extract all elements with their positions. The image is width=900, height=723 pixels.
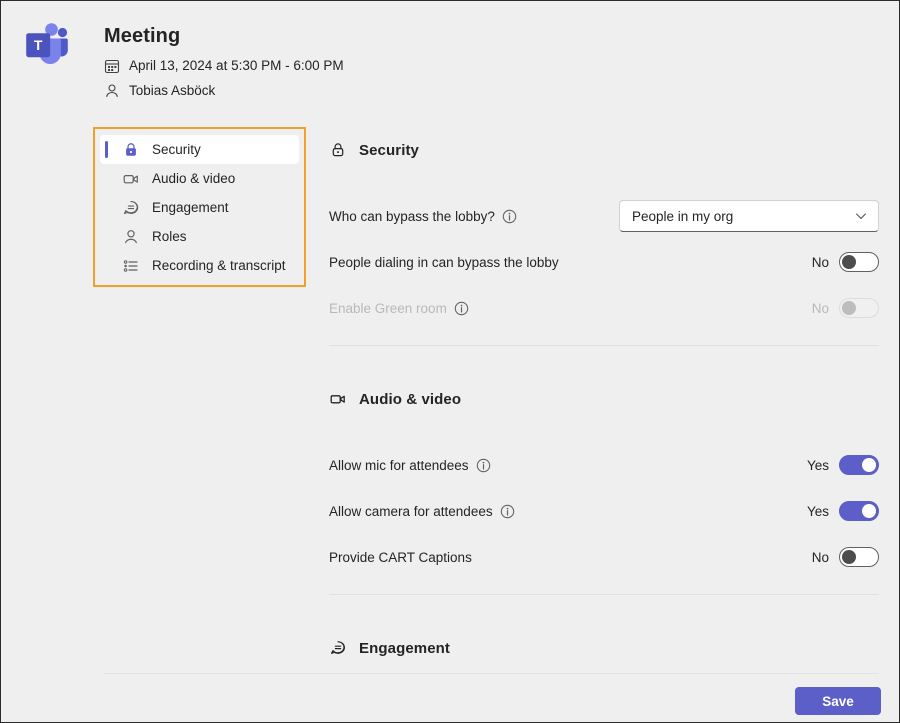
lock-icon [329, 141, 347, 159]
allow-camera-toggle[interactable] [839, 501, 879, 521]
toggle-knob [862, 504, 876, 518]
green-room-control: No [812, 298, 879, 318]
lobby-bypass-control: People in my org [619, 200, 879, 232]
dropdown-selected-value: People in my org [632, 209, 854, 224]
green-room-toggle [839, 298, 879, 318]
setting-label: Enable Green room [329, 301, 469, 316]
cart-captions-toggle[interactable] [839, 547, 879, 567]
person-icon [122, 228, 140, 246]
setting-label: Allow mic for attendees [329, 458, 491, 473]
video-camera-icon [122, 170, 140, 188]
toggle-value-label: No [812, 550, 829, 565]
allow-camera-control: Yes [807, 501, 879, 521]
info-icon[interactable] [454, 301, 469, 316]
toggle-knob [862, 458, 876, 472]
meeting-datetime-row: April 13, 2024 at 5:30 PM - 6:00 PM [104, 57, 344, 75]
sidebar-item-roles[interactable]: Roles [100, 222, 299, 251]
setting-label: Who can bypass the lobby? [329, 209, 517, 224]
chevron-down-icon [854, 209, 868, 223]
section-title: Engagement [359, 640, 450, 657]
setting-label-text: Allow mic for attendees [329, 458, 469, 473]
sidebar-item-label: Security [152, 141, 201, 159]
sidebar-nav: Security Audio & video [100, 135, 299, 280]
list-icon [122, 257, 140, 275]
setting-label-text: People dialing in can bypass the lobby [329, 255, 559, 270]
section-title: Security [359, 142, 419, 159]
toggle-knob [842, 255, 856, 269]
info-icon[interactable] [476, 458, 491, 473]
sidebar-item-label: Audio & video [152, 170, 235, 188]
allow-mic-control: Yes [807, 455, 879, 475]
setting-label-text: Allow camera for attendees [329, 504, 493, 519]
setting-row-cart-captions: Provide CART Captions No [329, 534, 879, 580]
setting-label: Allow camera for attendees [329, 504, 515, 519]
dial-in-bypass-toggle[interactable] [839, 252, 879, 272]
meeting-datetime: April 13, 2024 at 5:30 PM - 6:00 PM [129, 57, 344, 75]
section-header-security: Security [329, 141, 879, 159]
dial-in-bypass-control: No [812, 252, 879, 272]
lobby-bypass-dropdown[interactable]: People in my org [619, 200, 879, 232]
setting-row-allow-camera: Allow camera for attendees Yes [329, 488, 879, 534]
cart-captions-control: No [812, 547, 879, 567]
setting-label-text: Provide CART Captions [329, 550, 472, 565]
toggle-knob [842, 550, 856, 564]
microsoft-teams-logo: T [23, 21, 71, 69]
sidebar-item-label: Recording & transcript [152, 257, 286, 275]
svg-text:T: T [34, 37, 43, 53]
section-title: Audio & video [359, 391, 461, 408]
toggle-value-label: No [812, 301, 829, 316]
setting-label-text: Who can bypass the lobby? [329, 209, 495, 224]
lock-icon [122, 141, 140, 159]
sidebar-item-audio-video[interactable]: Audio & video [100, 164, 299, 193]
sidebar-item-engagement[interactable]: Engagement [100, 193, 299, 222]
allow-mic-toggle[interactable] [839, 455, 879, 475]
video-camera-icon [329, 390, 347, 408]
setting-label-text: Enable Green room [329, 301, 447, 316]
sidebar-item-security[interactable]: Security [100, 135, 299, 164]
setting-row-allow-mic: Allow mic for attendees Yes [329, 442, 879, 488]
person-icon [104, 83, 120, 99]
toggle-value-label: No [812, 255, 829, 270]
info-icon[interactable] [500, 504, 515, 519]
section-header-engagement: Engagement [329, 639, 879, 657]
toggle-value-label: Yes [807, 504, 829, 519]
sidebar-highlight-box: Security Audio & video [93, 127, 306, 287]
footer-divider [104, 673, 879, 674]
toggle-knob [842, 301, 856, 315]
setting-label: Provide CART Captions [329, 550, 472, 565]
setting-label: People dialing in can bypass the lobby [329, 255, 559, 270]
chat-bubble-icon [122, 199, 140, 217]
header-text-block: Meeting April 13, 2024 at 5:30 PM - 6:00… [104, 25, 344, 107]
header: T Meeting April 13, 2024 at 5 [1, 1, 899, 119]
sidebar-item-label: Engagement [152, 199, 229, 217]
chat-bubble-icon [329, 639, 347, 657]
info-icon[interactable] [502, 209, 517, 224]
meeting-organizer-row: Tobias Asböck [104, 82, 344, 100]
meeting-options-window: T Meeting April 13, 2024 at 5 [0, 0, 900, 723]
calendar-icon [104, 58, 120, 74]
page-title: Meeting [104, 25, 344, 47]
sidebar-item-recording-transcript[interactable]: Recording & transcript [100, 251, 299, 280]
section-header-audio-video: Audio & video [329, 390, 879, 408]
setting-row-lobby-bypass: Who can bypass the lobby? People in my o… [329, 193, 879, 239]
settings-content: Security Who can bypass the lobby? Peopl… [329, 141, 879, 663]
sidebar-item-label: Roles [152, 228, 187, 246]
save-button[interactable]: Save [795, 687, 881, 715]
setting-row-dial-in-bypass: People dialing in can bypass the lobby N… [329, 239, 879, 285]
setting-row-green-room: Enable Green room No [329, 285, 879, 331]
meeting-organizer: Tobias Asböck [129, 82, 215, 100]
toggle-value-label: Yes [807, 458, 829, 473]
